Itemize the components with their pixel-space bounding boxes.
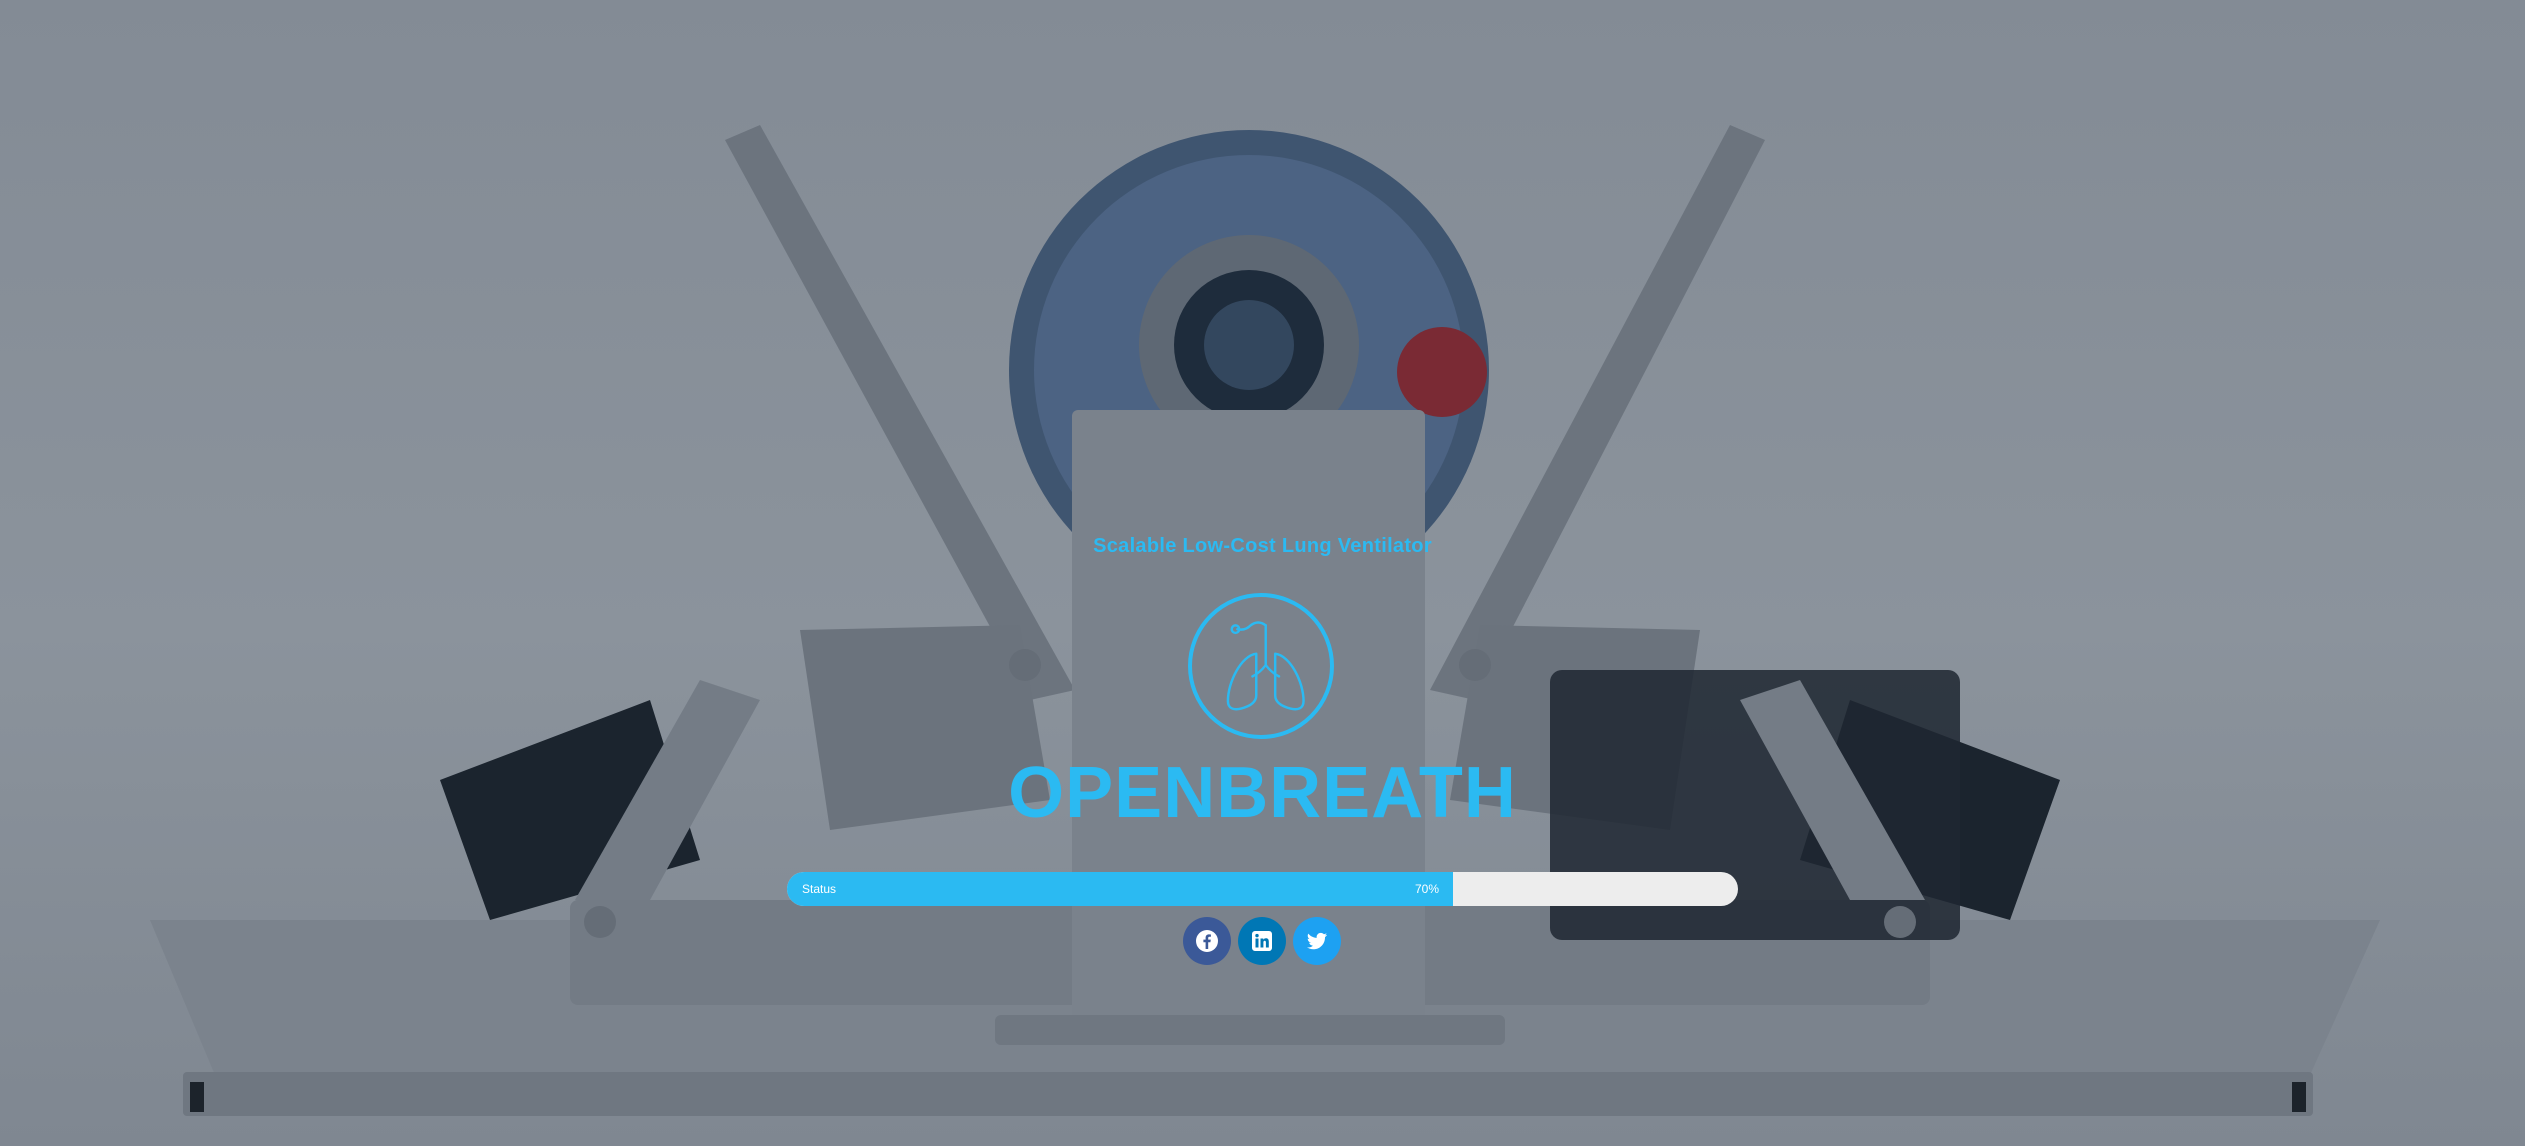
status-label: Status [802,882,837,896]
twitter-share-button[interactable] [1293,917,1341,965]
status-progress-bar: Status 70% [787,872,1738,906]
social-links [1183,917,1341,965]
brand-wordmark: OPENBREATH [1008,753,1517,833]
status-value: 70% [1415,882,1440,896]
linkedin-share-button[interactable] [1238,917,1286,965]
ventilator-background-image [150,125,2380,1116]
lungs-icon [1226,621,1305,711]
status-progress-fill [787,872,1453,906]
linkedin-icon [1252,931,1272,951]
twitter-icon [1307,932,1327,950]
facebook-share-button[interactable] [1183,917,1231,965]
logo-emblem [1188,593,1334,739]
hero-tagline: Scalable Low-Cost Lung Ventilator [1093,535,1432,557]
facebook-icon [1196,930,1218,952]
